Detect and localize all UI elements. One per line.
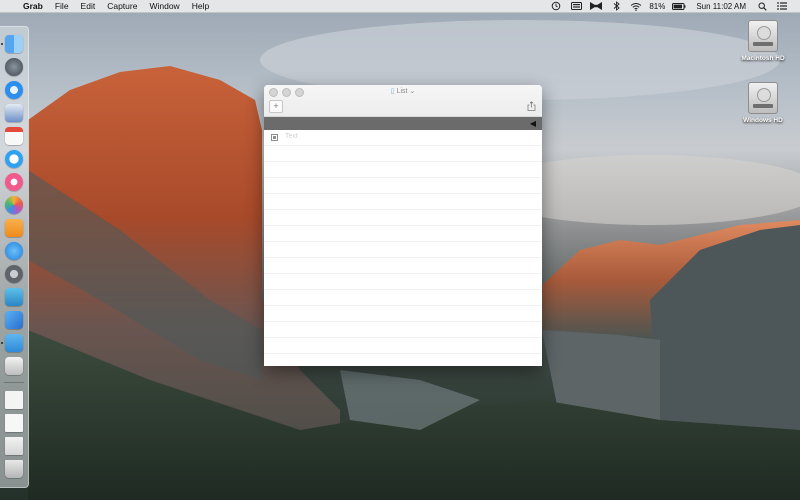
desktop-disk-windows-hd[interactable]: Windows HD [733, 82, 793, 124]
collapse-arrow-icon[interactable]: ◀ [530, 119, 536, 128]
document-icon[interactable] [5, 391, 23, 409]
safari-icon[interactable] [5, 81, 23, 99]
downloads-folder-icon[interactable] [5, 437, 23, 455]
empty-row [264, 242, 542, 258]
empty-row [264, 338, 542, 354]
list-item[interactable]: Text [264, 130, 542, 146]
hard-drive-icon [748, 82, 778, 114]
menu-clock[interactable]: Sun 11:02 AM [696, 2, 746, 11]
window-title-text: List [396, 88, 408, 95]
app-store-icon[interactable] [5, 242, 23, 260]
document-icon: ▯ [390, 88, 395, 95]
add-button[interactable]: + [269, 100, 283, 113]
calendar-icon[interactable] [5, 127, 23, 145]
preview-icon[interactable] [5, 357, 23, 375]
bowtie-icon[interactable] [590, 1, 603, 11]
empty-row [264, 322, 542, 338]
menu-window[interactable]: Window [143, 0, 185, 12]
empty-row [264, 226, 542, 242]
window-titlebar[interactable]: ▯ List ⌄ + [264, 85, 542, 117]
desktop-disk-macintosh-hd[interactable]: Macintosh HD [733, 20, 793, 62]
menu-bar: Grab File Edit Capture Window Help 81% S… [0, 0, 800, 13]
list-item-text[interactable]: Text [285, 133, 298, 140]
empty-row [264, 178, 542, 194]
running-indicator [1, 43, 3, 45]
running-indicator [1, 342, 3, 344]
photos-icon[interactable] [5, 196, 23, 214]
keyboard-layout-icon[interactable] [570, 1, 582, 11]
disk-label: Macintosh HD [741, 55, 785, 62]
itunes-icon[interactable] [5, 173, 23, 191]
trash-icon[interactable] [5, 460, 23, 478]
list-header-bar: ◀ [264, 117, 542, 130]
empty-row [264, 290, 542, 306]
dock-divider [4, 382, 24, 383]
share-icon [527, 100, 536, 111]
finder-icon[interactable] [5, 35, 23, 53]
wifi-icon[interactable] [630, 1, 642, 11]
empty-row [264, 146, 542, 162]
menu-file[interactable]: File [49, 0, 75, 12]
app-menu-grab[interactable]: Grab [17, 0, 49, 12]
empty-row [264, 194, 542, 210]
bluetooth-icon[interactable] [610, 1, 622, 11]
menu-edit[interactable]: Edit [75, 0, 102, 12]
empty-row [264, 274, 542, 290]
ibooks-icon[interactable] [5, 219, 23, 237]
list-window: ▯ List ⌄ + ◀ Text [264, 85, 542, 366]
search-icon[interactable] [756, 1, 768, 11]
dock [0, 26, 29, 488]
mail-icon[interactable] [5, 104, 23, 122]
notification-center-icon[interactable] [776, 1, 788, 11]
window-title[interactable]: ▯ List ⌄ [264, 87, 542, 95]
launchpad-icon[interactable] [5, 58, 23, 76]
tweetbot-icon[interactable] [5, 288, 23, 306]
time-machine-icon[interactable] [550, 1, 562, 11]
empty-row [264, 162, 542, 178]
list-app-icon[interactable] [5, 334, 23, 352]
share-button[interactable] [526, 100, 537, 111]
textedit-icon[interactable] [5, 414, 23, 432]
checkbox[interactable] [271, 134, 278, 141]
system-preferences-icon[interactable] [5, 265, 23, 283]
disk-label: Windows HD [743, 117, 783, 124]
xcode-icon[interactable] [5, 311, 23, 329]
empty-row [264, 306, 542, 322]
chevron-down-icon: ⌄ [409, 88, 416, 95]
empty-row [264, 258, 542, 274]
empty-row [264, 210, 542, 226]
hard-drive-icon [748, 20, 778, 52]
menu-help[interactable]: Help [186, 0, 215, 12]
menu-capture[interactable]: Capture [101, 0, 143, 12]
messages-icon[interactable] [5, 150, 23, 168]
battery-icon[interactable] [672, 1, 686, 11]
battery-percent: 81% [649, 1, 666, 11]
